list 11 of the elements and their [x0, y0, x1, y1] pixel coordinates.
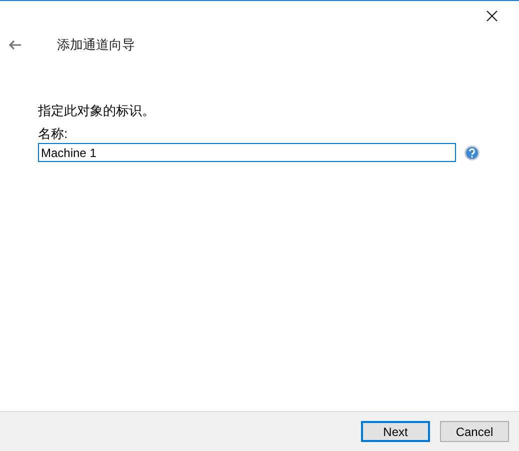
field-label: 名称:	[38, 125, 69, 142]
back-arrow-icon	[9, 40, 21, 50]
window-title: 添加通道向导	[57, 36, 135, 54]
help-icon	[464, 144, 480, 160]
dialog-button[interactable]: Cancel	[440, 421, 509, 442]
close-button[interactable]	[485, 9, 499, 23]
dialog-button[interactable]: Next	[361, 421, 430, 442]
close-icon	[486, 10, 498, 22]
instruction-text: 指定此对象的标识。	[38, 102, 156, 119]
name-field[interactable]: Machine 1	[38, 143, 456, 162]
back-button[interactable]	[8, 38, 22, 52]
